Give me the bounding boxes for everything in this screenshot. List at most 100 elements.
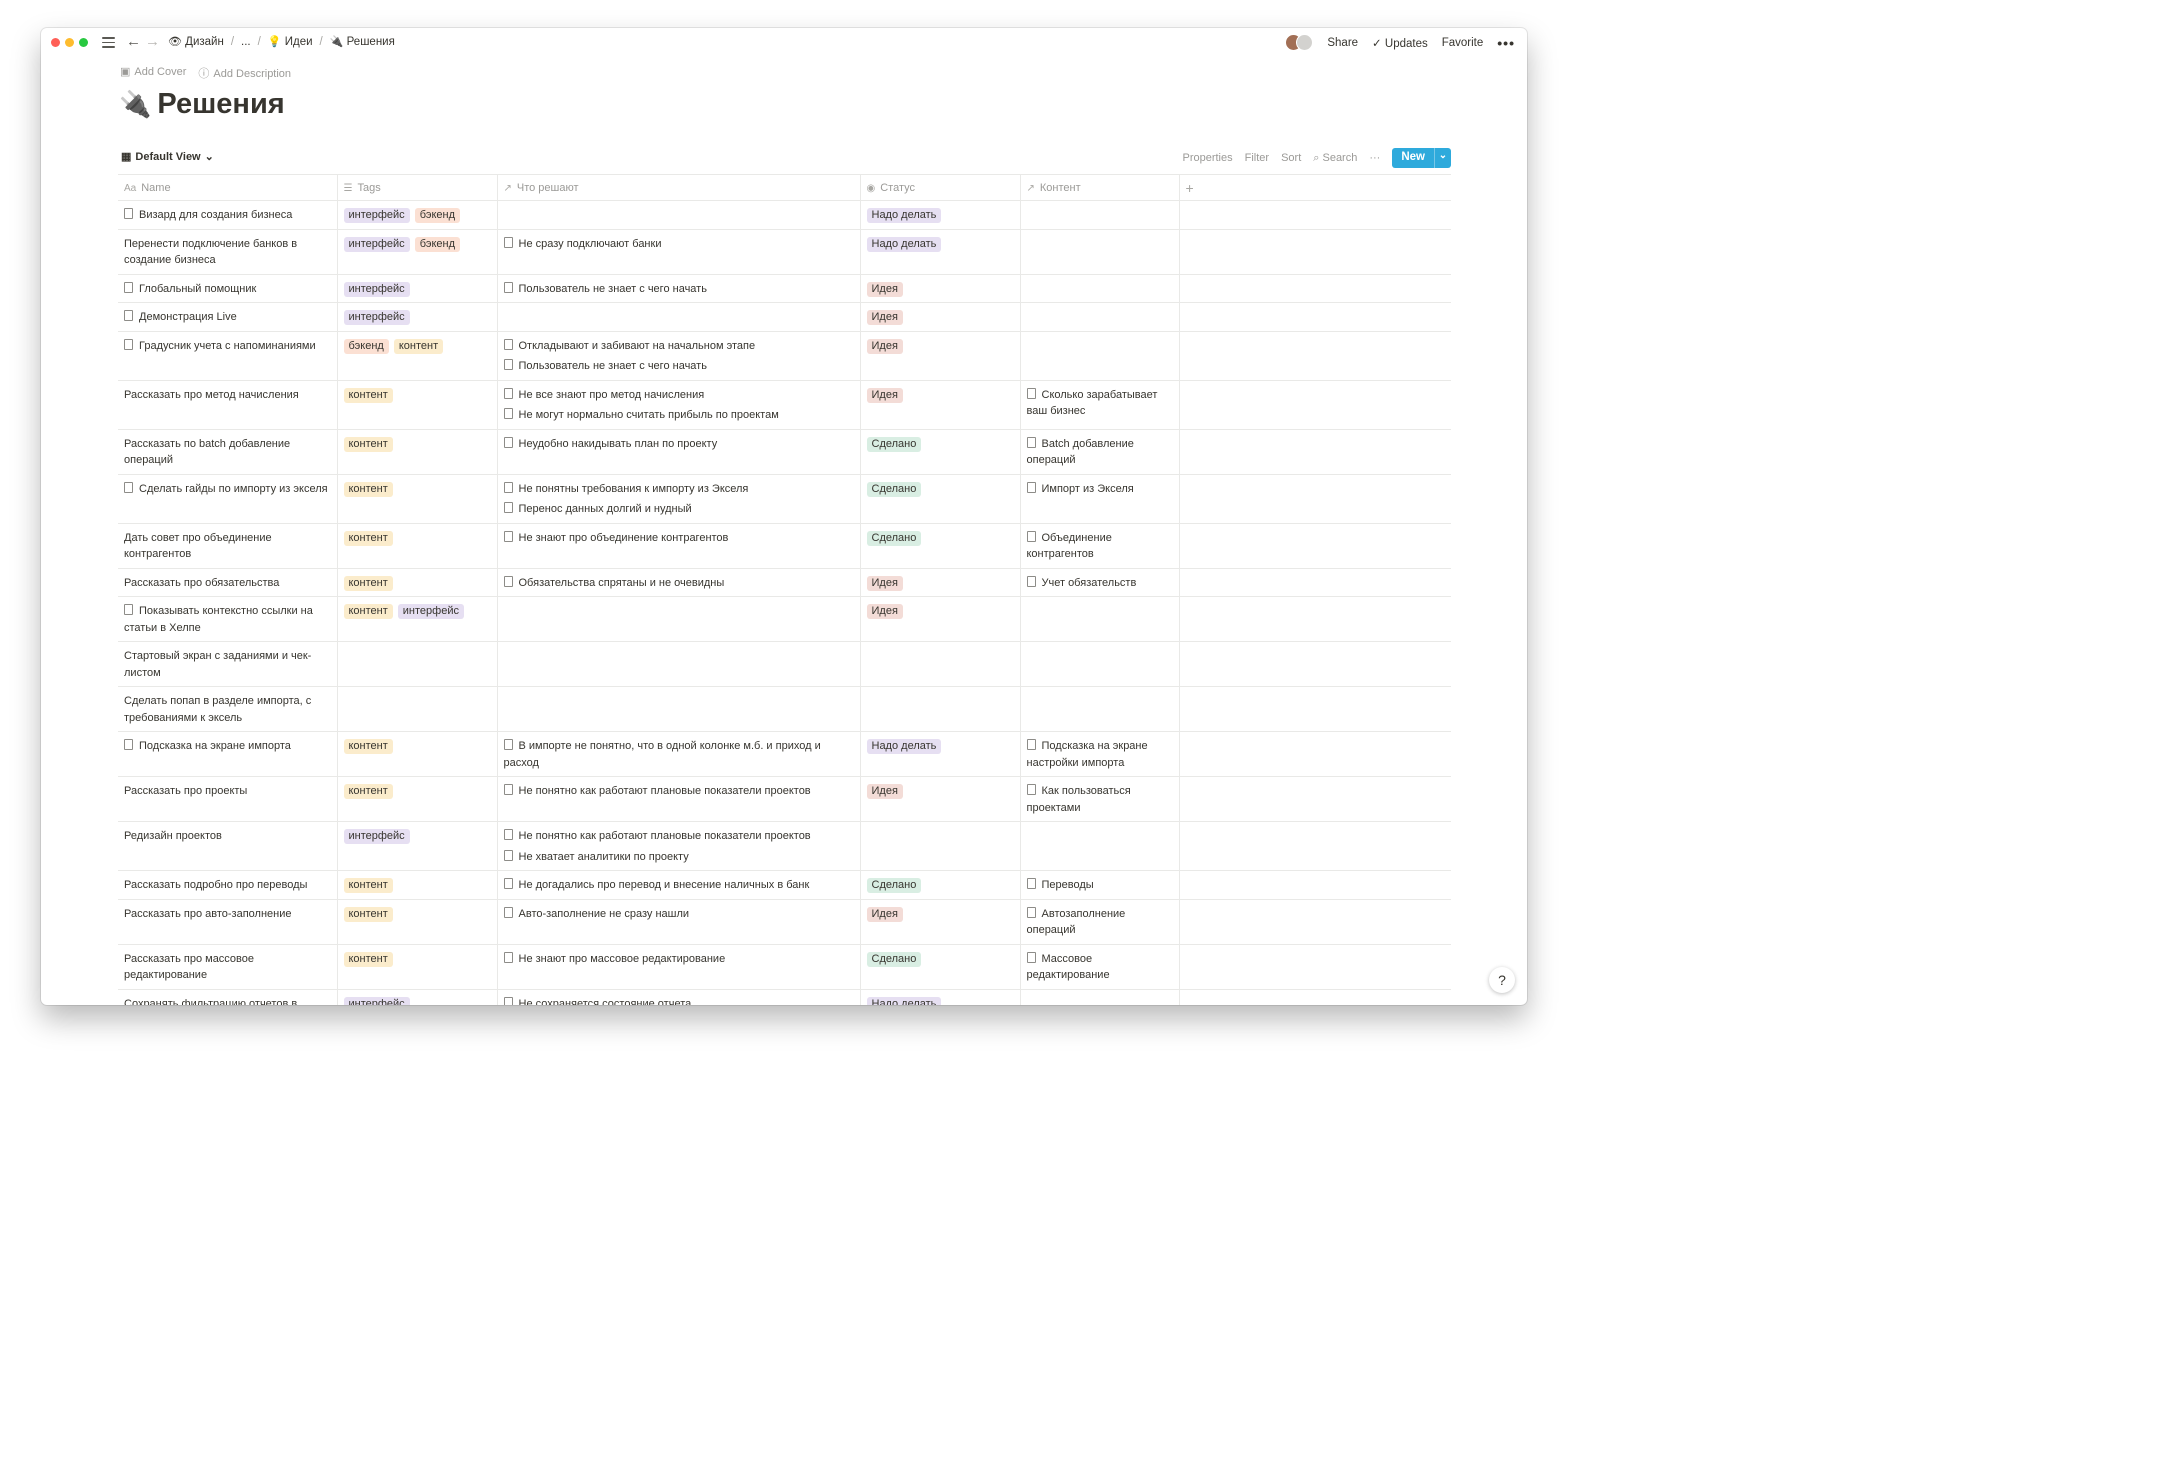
relation-item[interactable]: Не все знают про метод начисления (503, 387, 854, 404)
breadcrumb-item[interactable]: ... (241, 36, 251, 48)
content-cell[interactable]: Объединение контрагентов (1020, 523, 1180, 569)
content-cell[interactable]: Batch добавление операций (1020, 429, 1180, 475)
tags-cell[interactable]: контент (337, 870, 498, 900)
name-cell[interactable]: Сохранять фильтрацию отчетов в локалстор… (118, 989, 338, 1005)
solves-cell[interactable]: Не знают про объединение контрагентов (497, 523, 861, 569)
name-cell[interactable]: Подсказка на экране импорта (118, 731, 338, 777)
solves-cell[interactable]: Не знают про массовое редактирование (497, 944, 861, 990)
table-row[interactable]: Демонстрация Live интерфейс Идея (118, 302, 1451, 332)
content-cell[interactable] (1020, 229, 1180, 275)
table-row[interactable]: Рассказать про авто-заполнение контент Авт… (118, 899, 1451, 945)
filter-button[interactable]: Filter (1245, 152, 1269, 164)
relation-item[interactable]: Как пользоваться проектами (1026, 783, 1173, 816)
table-row[interactable]: Перенести подключение банков в создание … (118, 229, 1451, 275)
column-header[interactable]: ↗ Контент (1020, 174, 1180, 201)
relation-item[interactable]: Объединение контрагентов (1026, 530, 1173, 563)
add-column-button[interactable]: + (1179, 174, 1451, 201)
name-cell[interactable]: Рассказать по batch добавление операций (118, 429, 338, 475)
relation-item[interactable]: Не знают про массовое редактирование (503, 951, 854, 968)
relation-item[interactable]: Не понятно как работают плановые показат… (503, 783, 854, 800)
tags-cell[interactable] (337, 686, 498, 732)
name-cell[interactable]: Демонстрация Live (118, 302, 338, 332)
relation-item[interactable]: Не сразу подключают банки (503, 236, 854, 253)
name-cell[interactable]: Редизайн проектов (118, 821, 338, 871)
name-cell[interactable]: Показывать контекстно ссылки на статьи в… (118, 596, 338, 642)
status-cell[interactable]: Идея (860, 596, 1021, 642)
view-selector[interactable]: ▦ Default View ⌄ (121, 150, 214, 164)
relation-item[interactable]: Перенос данных долгий и нудный (503, 501, 854, 518)
content-cell[interactable] (1020, 989, 1180, 1005)
name-cell[interactable]: Визард для создания бизнеса (118, 200, 338, 230)
content-cell[interactable]: Переводы (1020, 870, 1180, 900)
tags-cell[interactable]: бэкенд контент (337, 331, 498, 381)
name-cell[interactable]: Сделать попап в разделе импорта, с требо… (118, 686, 338, 732)
relation-item[interactable]: Авто-заполнение не сразу нашли (503, 906, 854, 923)
breadcrumb-item[interactable]: 🔌 Решения (330, 35, 395, 48)
name-cell[interactable]: Рассказать про проекты (118, 776, 338, 822)
tags-cell[interactable]: контент (337, 474, 498, 524)
relation-item[interactable]: Сколько зарабатывает ваш бизнес (1026, 387, 1173, 420)
tags-cell[interactable]: контент (337, 429, 498, 475)
updates-button[interactable]: ✓ Updates (1372, 36, 1428, 50)
relation-item[interactable]: Не понятны требования к импорту из Эксел… (503, 481, 854, 498)
name-cell[interactable]: Рассказать про авто-заполнение (118, 899, 338, 945)
new-button[interactable]: New ⌄ (1392, 148, 1451, 168)
column-header[interactable]: ◉ Статус (860, 174, 1021, 201)
content-cell[interactable]: Массовое редактирование (1020, 944, 1180, 990)
relation-item[interactable]: Пользователь не знает с чего начать (503, 281, 854, 298)
collaborator-avatars[interactable] (1285, 34, 1314, 51)
content-cell[interactable]: Автозаполнение операций (1020, 899, 1180, 945)
content-cell[interactable]: Сколько зарабатывает ваш бизнес (1020, 380, 1180, 430)
solves-cell[interactable]: Авто-заполнение не сразу нашли (497, 899, 861, 945)
favorite-button[interactable]: Favorite (1442, 37, 1484, 49)
relation-item[interactable]: Массовое редактирование (1026, 951, 1173, 984)
content-cell[interactable]: Учет обязательств (1020, 568, 1180, 597)
status-cell[interactable] (860, 686, 1021, 732)
solves-cell[interactable]: Не понятно как работают плановые показат… (497, 776, 861, 822)
status-cell[interactable]: Сделано (860, 523, 1021, 569)
content-cell[interactable] (1020, 686, 1180, 732)
forward-arrow-icon[interactable]: → (145, 33, 160, 50)
help-button[interactable]: ? (1489, 967, 1515, 993)
table-row[interactable]: Стартовый экран с заданиями и чек-листом (118, 641, 1451, 687)
table-row[interactable]: Рассказать про проекты контент Не понятно … (118, 776, 1451, 822)
solves-cell[interactable]: Не догадались про перевод и внесение нал… (497, 870, 861, 900)
tags-cell[interactable]: контент (337, 776, 498, 822)
table-row[interactable]: Сделать попап в разделе импорта, с требо… (118, 686, 1451, 732)
relation-item[interactable]: Batch добавление операций (1026, 436, 1173, 469)
tags-cell[interactable]: контент (337, 899, 498, 945)
table-row[interactable]: Рассказать про метод начисления контент Не… (118, 380, 1451, 430)
solves-cell[interactable]: Не понятно как работают плановые показат… (497, 821, 861, 871)
add-cover-button[interactable]: ▣ Add Cover (120, 65, 186, 81)
content-cell[interactable] (1020, 200, 1180, 230)
content-cell[interactable] (1020, 302, 1180, 332)
status-cell[interactable]: Надо делать (860, 200, 1021, 230)
table-row[interactable]: Визард для создания бизнеса интерфейс бэке… (118, 200, 1451, 230)
solves-cell[interactable]: Обязательства спрятаны и не очевидны (497, 568, 861, 597)
name-cell[interactable]: Стартовый экран с заданиями и чек-листом (118, 641, 338, 687)
name-cell[interactable]: Рассказать про метод начисления (118, 380, 338, 430)
more-options-button[interactable]: ••• (1497, 35, 1515, 51)
name-cell[interactable]: Сделать гайды по импорту из экселя (118, 474, 338, 524)
content-cell[interactable]: Подсказка на экране настройки импорта (1020, 731, 1180, 777)
close-window-button[interactable] (51, 38, 60, 47)
sidebar-toggle-icon[interactable] (102, 37, 115, 48)
chevron-down-icon[interactable]: ⌄ (1434, 148, 1451, 168)
share-button[interactable]: Share (1327, 37, 1358, 49)
relation-item[interactable]: Автозаполнение операций (1026, 906, 1173, 939)
status-cell[interactable]: Идея (860, 380, 1021, 430)
content-cell[interactable] (1020, 821, 1180, 871)
status-cell[interactable]: Надо делать (860, 989, 1021, 1005)
table-row[interactable]: Рассказать про обязательства контент Обяза… (118, 568, 1451, 597)
table-row[interactable]: Сохранять фильтрацию отчетов в локалстор… (118, 989, 1451, 1005)
table-row[interactable]: Глобальный помощник интерфейс Пользователь… (118, 274, 1451, 303)
status-cell[interactable]: Идея (860, 776, 1021, 822)
breadcrumb-item[interactable]: 👁 Дизайн (168, 35, 224, 48)
tags-cell[interactable] (337, 641, 498, 687)
solves-cell[interactable] (497, 302, 861, 332)
status-cell[interactable]: Сделано (860, 474, 1021, 524)
relation-item[interactable]: Неудобно накидывать план по проекту (503, 436, 854, 453)
solves-cell[interactable]: Не понятны требования к импорту из Эксел… (497, 474, 861, 524)
relation-item[interactable]: Не хватает аналитики по проекту (503, 849, 854, 866)
relation-item[interactable]: Откладывают и забивают на начальном этап… (503, 338, 854, 355)
